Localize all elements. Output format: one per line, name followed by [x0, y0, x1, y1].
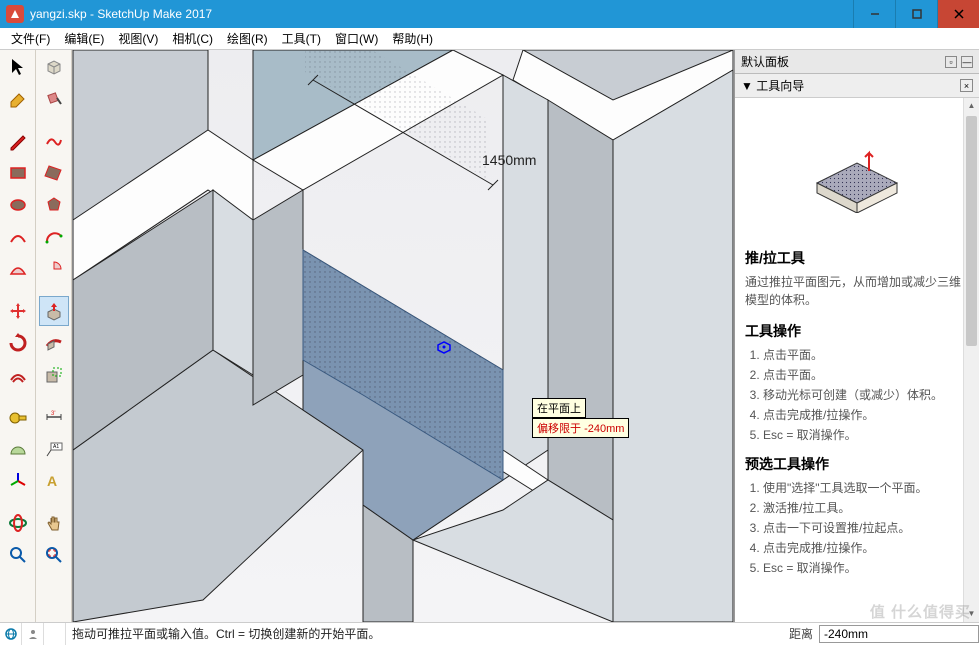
scroll-up-icon[interactable]: ▲ — [964, 98, 979, 114]
menubar: 文件(F) 编辑(E) 视图(V) 相机(C) 绘图(R) 工具(T) 窗口(W… — [0, 28, 979, 50]
move-tool[interactable] — [3, 296, 33, 326]
menu-help[interactable]: 帮助(H) — [385, 30, 440, 47]
eraser-tool[interactable] — [3, 84, 33, 114]
close-button[interactable] — [937, 0, 979, 28]
panel-scrollbar[interactable]: ▲ ▼ — [963, 98, 979, 622]
geo-icon[interactable] — [0, 623, 22, 645]
zoom-tool[interactable] — [3, 540, 33, 570]
ops-heading: 工具操作 — [745, 321, 969, 342]
menu-camera[interactable]: 相机(C) — [165, 30, 220, 47]
dimension-tool[interactable]: 3' — [39, 402, 69, 432]
scale-tool[interactable] — [39, 360, 69, 390]
toolbar-left-1 — [0, 50, 36, 622]
measurement-label: 距离 — [783, 625, 819, 642]
svg-text:A1: A1 — [53, 444, 59, 450]
model-geometry — [72, 50, 734, 622]
tool-description: 通过推拉平面图元，从而增加或减少三维模型的体积。 — [745, 273, 969, 309]
pan-tool[interactable] — [39, 508, 69, 538]
pie-tool[interactable] — [39, 254, 69, 284]
ops-list: 点击平面。 点击平面。 移动光标可创建（或减少）体积。 点击完成推/拉操作。 E… — [745, 346, 969, 444]
scroll-thumb[interactable] — [966, 116, 977, 346]
polygon-tool[interactable] — [39, 190, 69, 220]
viewport[interactable]: 1450mm 在平面上 偏移限于 -240mm — [72, 50, 734, 622]
arc2-tool[interactable] — [3, 254, 33, 284]
3dtext-tool[interactable]: A — [39, 466, 69, 496]
arc-tool[interactable] — [3, 222, 33, 252]
text-tool[interactable]: A1 — [39, 434, 69, 464]
divider — [44, 623, 66, 645]
menu-file[interactable]: 文件(F) — [4, 30, 57, 47]
toolbar-left-2: 3' A1 A — [36, 50, 72, 622]
panel-body: 推/拉工具 通过推拉平面图元，从而增加或减少三维模型的体积。 工具操作 点击平面… — [735, 98, 979, 622]
panel-header[interactable]: 默认面板 ▫ — — [735, 50, 979, 74]
svg-text:3': 3' — [51, 411, 55, 417]
orbit-tool[interactable] — [3, 508, 33, 538]
collapse-icon[interactable]: — — [961, 56, 973, 68]
titlebar: yangzi.skp - SketchUp Make 2017 — [0, 0, 979, 28]
tape-tool[interactable] — [3, 402, 33, 432]
instructor-panel: 默认面板 ▫ — ▼ 工具向导 × 推/拉工具 通过推拉 — [734, 50, 979, 622]
panel-title: 默认面板 — [741, 53, 789, 70]
freehand-tool[interactable] — [39, 126, 69, 156]
arc3-tool[interactable] — [39, 222, 69, 252]
circle-tool[interactable] — [3, 190, 33, 220]
protractor-tool[interactable] — [3, 434, 33, 464]
offset-tool[interactable] — [3, 360, 33, 390]
inference-tooltip: 在平面上 — [532, 398, 586, 418]
preops-list: 使用"选择"工具选取一个平面。 激活推/拉工具。 点击一下可设置推/拉起点。 点… — [745, 479, 969, 577]
measurement-input[interactable] — [819, 625, 979, 643]
tool-name: 推/拉工具 — [745, 248, 969, 269]
panel-subheader[interactable]: ▼ 工具向导 × — [735, 74, 979, 98]
paint-tool[interactable] — [39, 84, 69, 114]
menu-draw[interactable]: 绘图(R) — [220, 30, 275, 47]
zoom-extents-tool[interactable] — [39, 540, 69, 570]
scroll-down-icon[interactable]: ▼ — [964, 606, 979, 622]
tool-illustration — [745, 133, 969, 213]
app-icon — [6, 5, 24, 23]
status-hint: 拖动可推拉平面或输入值。Ctrl = 切换创建新的开始平面。 — [66, 625, 783, 642]
axes-tool[interactable] — [3, 466, 33, 496]
minimize-button[interactable] — [853, 0, 895, 28]
menu-tools[interactable]: 工具(T) — [275, 30, 328, 47]
rectangle-tool[interactable] — [3, 158, 33, 188]
dimension-label: 1450mm — [482, 152, 536, 168]
pin-icon[interactable]: ▫ — [945, 56, 957, 68]
close-subpanel-icon[interactable]: × — [960, 79, 973, 92]
menu-edit[interactable]: 编辑(E) — [57, 30, 111, 47]
rotated-rect-tool[interactable] — [39, 158, 69, 188]
statusbar: 拖动可推拉平面或输入值。Ctrl = 切换创建新的开始平面。 距离 — [0, 622, 979, 644]
preops-heading: 预选工具操作 — [745, 454, 969, 475]
followme-tool[interactable] — [39, 328, 69, 358]
svg-text:A: A — [47, 473, 57, 489]
menu-window[interactable]: 窗口(W) — [328, 30, 385, 47]
window-title: yangzi.skp - SketchUp Make 2017 — [30, 7, 853, 21]
pushpull-tool[interactable] — [39, 296, 69, 326]
maximize-button[interactable] — [895, 0, 937, 28]
menu-view[interactable]: 视图(V) — [111, 30, 165, 47]
select-tool[interactable] — [3, 52, 33, 82]
pencil-tool[interactable] — [3, 126, 33, 156]
credit-icon[interactable] — [22, 623, 44, 645]
rotate-tool[interactable] — [3, 328, 33, 358]
component-tool[interactable] — [39, 52, 69, 82]
offset-tooltip: 偏移限于 -240mm — [532, 418, 629, 438]
